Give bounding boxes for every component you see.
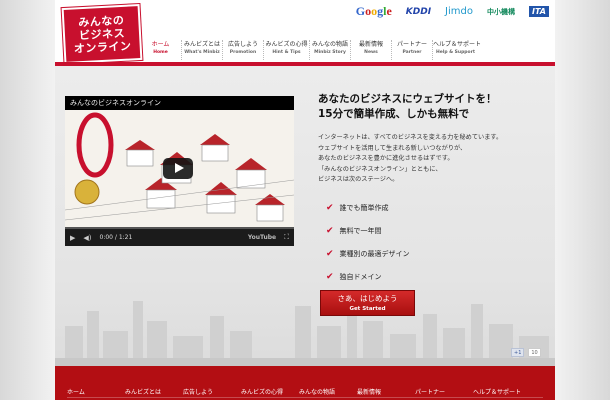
kddi-logo[interactable]: KDDI bbox=[406, 7, 431, 17]
nav-minbiz-story[interactable]: みんなの物語 Minbiz Story bbox=[309, 40, 350, 60]
nav-news[interactable]: 最新情報 News bbox=[350, 40, 391, 60]
video-player[interactable]: みんなのビジネスオンライン ▶ ◀) 0:00 / 1:21 YouTube ⛶ bbox=[65, 96, 294, 246]
feature-label: 業種別の最適デザイン bbox=[339, 249, 410, 258]
nav-whats-minbiz[interactable]: みんビズとは What's Minbiz bbox=[181, 40, 222, 60]
nav-label: みんなの物語 bbox=[311, 41, 348, 48]
intro-line: あなたのビジネスを豊かに進化させるはずです。 bbox=[318, 155, 454, 162]
volume-icon[interactable]: ◀) bbox=[83, 234, 91, 242]
intro-line: 「みんなのビジネスオンライン」とともに、 bbox=[318, 165, 442, 173]
footer-link-home[interactable]: ホーム bbox=[67, 387, 125, 396]
intro-line: ウェブサイトを活用して生まれる新しいつながりが、 bbox=[318, 144, 467, 152]
nav-label: 最新情報 bbox=[358, 41, 383, 48]
headline-line-1: あなたのビジネスにウェブサイトを！ bbox=[318, 93, 497, 105]
nav-promotion[interactable]: 広告しよう Promotion bbox=[222, 40, 263, 60]
check-icon: ✔ bbox=[326, 202, 334, 213]
footer-link-news[interactable]: 最新情報 bbox=[357, 387, 415, 396]
nav-sublabel: Hint & Tips bbox=[272, 50, 301, 55]
video-time: 0:00 / 1:21 bbox=[99, 234, 133, 241]
play-icon[interactable]: ▶ bbox=[70, 234, 75, 242]
check-icon: ✔ bbox=[326, 225, 334, 236]
header: みんなの ビジネス オンライン Google KDDI Jimdo 中小機構 I… bbox=[55, 0, 555, 71]
footer-nav: ホーム みんビズとは 広告しよう みんビズの心得 みんなの物語 最新情報 パート… bbox=[55, 366, 555, 396]
video-thumbnail[interactable] bbox=[65, 110, 294, 229]
nav-label: 広告しよう bbox=[227, 41, 258, 48]
feature-label: 誰でも簡単作成 bbox=[339, 203, 389, 212]
chusho-kiko-logo[interactable]: 中小機構 bbox=[487, 7, 515, 17]
nav-sublabel: News bbox=[364, 50, 378, 55]
footer-link-whats-minbiz[interactable]: みんビズとは bbox=[125, 387, 183, 396]
feature-label: 独自ドメイン bbox=[339, 272, 382, 281]
feature-item: ✔ 独自ドメイン bbox=[326, 265, 410, 288]
play-button[interactable] bbox=[163, 158, 193, 179]
partner-logos: Google KDDI Jimdo 中小機構 ITA bbox=[356, 4, 549, 19]
footer-link-help-support[interactable]: ヘルプ＆サポート bbox=[473, 387, 531, 396]
hero-section: みんなのビジネスオンライン ▶ ◀) 0:00 / 1:21 YouTube ⛶… bbox=[55, 66, 555, 366]
plus-one-button[interactable]: +1 bbox=[511, 348, 525, 357]
nav-label: みんビズとは bbox=[183, 41, 220, 48]
youtube-logo[interactable]: YouTube bbox=[248, 234, 276, 241]
get-started-button[interactable]: さあ、はじめよう Get Started bbox=[320, 290, 415, 316]
footer-link-promotion[interactable]: 広告しよう bbox=[183, 387, 241, 396]
nav-label: みんビズの心得 bbox=[265, 41, 308, 48]
feature-list: ✔ 誰でも簡単作成 ✔ 無料で一年間 ✔ 業種別の最適デザイン ✔ 独自ドメイン bbox=[326, 196, 410, 288]
nav-sublabel: Partner bbox=[402, 50, 422, 55]
nav-partner[interactable]: パートナー Partner bbox=[391, 40, 432, 60]
ita-logo[interactable]: ITA bbox=[528, 6, 549, 17]
page: みんなの ビジネス オンライン Google KDDI Jimdo 中小機構 I… bbox=[55, 0, 555, 400]
nav-help-support[interactable]: ヘルプ＆サポート Help & Support bbox=[432, 40, 482, 60]
site-logo[interactable]: みんなの ビジネス オンライン bbox=[61, 3, 143, 65]
intro-line: ビジネスは次のステージへ。 bbox=[318, 176, 399, 183]
feature-item: ✔ 業種別の最適デザイン bbox=[326, 242, 410, 265]
video-controls: ▶ ◀) 0:00 / 1:21 YouTube ⛶ bbox=[65, 229, 294, 246]
hero-headline: あなたのビジネスにウェブサイトを！ 15分で簡単作成、しかも無料で bbox=[318, 92, 497, 122]
cta-label: さあ、はじめよう bbox=[337, 294, 398, 303]
main-nav: ホーム Home みんビズとは What's Minbiz 広告しよう Prom… bbox=[140, 40, 482, 60]
nav-sublabel: Home bbox=[153, 50, 168, 55]
right-background bbox=[555, 0, 610, 400]
jimdo-logo[interactable]: Jimdo bbox=[445, 6, 473, 17]
nav-label: パートナー bbox=[396, 41, 427, 48]
city-skyline-illustration bbox=[55, 296, 555, 366]
intro-text: インターネットは、すべてのビジネスを変える力を秘めています。 ウェブサイトを活用… bbox=[318, 133, 502, 186]
social-buttons: +1 10 bbox=[511, 348, 541, 357]
nav-sublabel: What's Minbiz bbox=[184, 50, 220, 55]
footer-link-minbiz-story[interactable]: みんなの物語 bbox=[299, 387, 357, 396]
google-logo[interactable]: Google bbox=[356, 4, 392, 19]
logo-line-3: オンライン bbox=[73, 38, 132, 55]
nav-sublabel: Minbiz Story bbox=[314, 50, 346, 55]
check-icon: ✔ bbox=[326, 271, 334, 282]
nav-sublabel: Promotion bbox=[229, 50, 257, 55]
footer-divider bbox=[67, 397, 543, 398]
nav-hint-tips[interactable]: みんビズの心得 Hint & Tips bbox=[263, 40, 309, 60]
nav-label: ヘルプ＆サポート bbox=[433, 41, 482, 48]
share-count: 10 bbox=[528, 348, 541, 357]
feature-item: ✔ 無料で一年間 bbox=[326, 219, 410, 242]
video-title: みんなのビジネスオンライン bbox=[65, 96, 294, 110]
feature-label: 無料で一年間 bbox=[339, 226, 382, 235]
footer: ホーム みんビズとは 広告しよう みんビズの心得 みんなの物語 最新情報 パート… bbox=[55, 366, 555, 400]
nav-home[interactable]: ホーム Home bbox=[140, 40, 181, 60]
nav-sublabel: Help & Support bbox=[436, 50, 475, 55]
intro-line: インターネットは、すべてのビジネスを変える力を秘めています。 bbox=[318, 134, 503, 141]
fullscreen-icon[interactable]: ⛶ bbox=[284, 233, 289, 242]
nav-label: ホーム bbox=[151, 41, 170, 48]
cta-sublabel: Get Started bbox=[349, 306, 386, 312]
headline-line-2: 15分で簡単作成、しかも無料で bbox=[318, 108, 470, 120]
feature-item: ✔ 誰でも簡単作成 bbox=[326, 196, 410, 219]
left-background bbox=[0, 0, 55, 400]
footer-link-partner[interactable]: パートナー bbox=[415, 387, 473, 396]
check-icon: ✔ bbox=[326, 248, 334, 259]
footer-link-hint-tips[interactable]: みんビズの心得 bbox=[241, 387, 299, 396]
